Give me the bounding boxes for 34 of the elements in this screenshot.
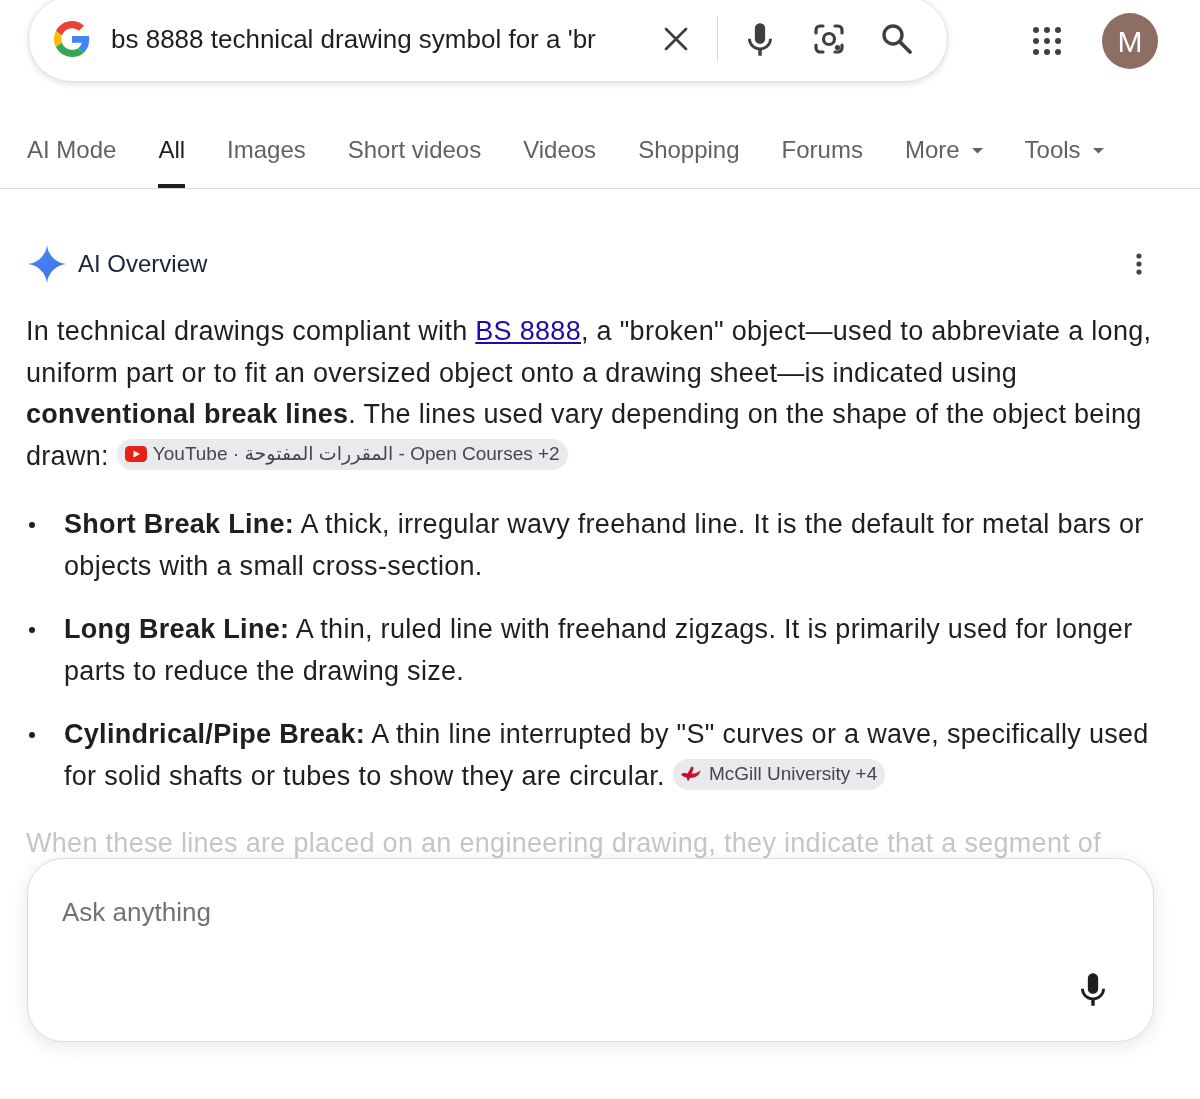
bullet-icon bbox=[29, 732, 35, 738]
close-icon[interactable] bbox=[664, 27, 688, 51]
camera-icon[interactable] bbox=[813, 23, 845, 55]
tab[interactable]: Images bbox=[227, 120, 306, 188]
play-icon bbox=[124, 446, 147, 463]
tab[interactable]: Videos bbox=[523, 120, 597, 188]
bullet-icon bbox=[29, 627, 35, 633]
source-chip[interactable]: YouTube · المقررات المفتوحة - Open Courses +2 bbox=[116, 438, 568, 470]
tab[interactable]: AI Mode bbox=[27, 120, 117, 188]
avatar[interactable]: M bbox=[1102, 13, 1158, 69]
bird-icon bbox=[680, 766, 701, 783]
search-field[interactable]: bs 8888 technical drawing symbol for a 'br bbox=[28, 0, 948, 82]
tab[interactable]: Shopping bbox=[638, 120, 740, 188]
ask-field[interactable]: Ask anything bbox=[27, 858, 1154, 1042]
tab[interactable]: More bbox=[904, 120, 983, 188]
search-icon[interactable] bbox=[881, 23, 913, 55]
source-chip[interactable]: McGill University +4 bbox=[672, 758, 886, 790]
tab[interactable]: Forums bbox=[781, 120, 863, 188]
grid-icon[interactable] bbox=[1033, 27, 1061, 55]
faded-paragraph: When these lines are placed on an engineering drawing, they indicate that a segment of bbox=[26, 828, 1101, 858]
tab[interactable]: Tools bbox=[1024, 120, 1104, 188]
bullet-text: Long Break Line: A thin, ruled line with freehand zigzags. It is primarily used for longer parts to reduce the drawing size. bbox=[64, 614, 1133, 686]
bullet-icon bbox=[29, 522, 35, 528]
bullet-text: Cylindrical/Pipe Break: A thin line interrupted by "S" curves or a wave, specifically used for solid shafts or tubes to show they are circular. McGill University +4 bbox=[64, 719, 1149, 791]
dots-menu-icon[interactable] bbox=[1136, 253, 1142, 275]
overview-title: AI Overview bbox=[78, 249, 208, 279]
sparkle-icon bbox=[28, 245, 66, 283]
bullet-text: Short Break Line: A thick, irregular wavy freehand line. It is the default for metal bars or objects with a small cross-section. bbox=[64, 509, 1144, 581]
g-logo-icon bbox=[54, 21, 90, 57]
link[interactable]: BS 8888 bbox=[475, 316, 581, 346]
tab[interactable]: Short videos bbox=[347, 120, 482, 188]
tab[interactable]: All bbox=[158, 120, 186, 188]
mic-icon[interactable] bbox=[1081, 973, 1105, 1006]
mic-icon[interactable] bbox=[748, 22, 772, 56]
